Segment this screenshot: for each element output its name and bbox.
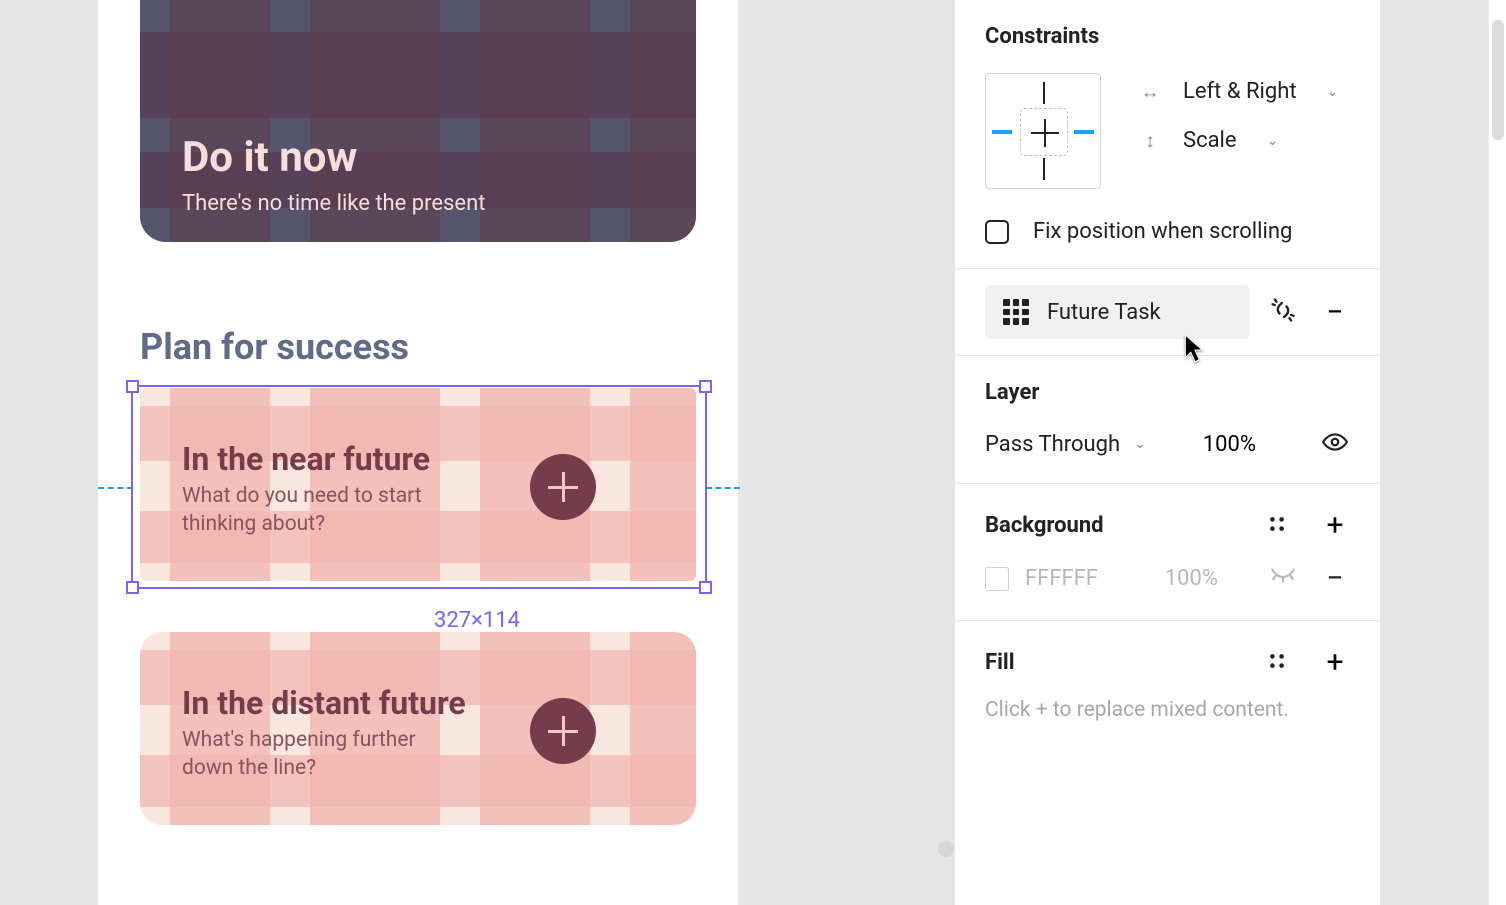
card-subtitle: There's no time like the present: [182, 191, 485, 216]
checkbox-label: Fix position when scrolling: [1033, 219, 1292, 244]
section-heading: Layer: [985, 380, 1350, 405]
card-title: Do it now: [182, 133, 357, 182]
alignment-guide: [98, 487, 133, 489]
hex-value[interactable]: FFFFFF: [1025, 566, 1098, 591]
add-button[interactable]: [530, 698, 596, 764]
section-heading: Fill: [985, 650, 1015, 675]
chevron-down-icon: ⌄: [1267, 133, 1279, 149]
background-section: Background + FFFFFF 100% −: [955, 484, 1380, 621]
card-title: In the distant future: [182, 684, 466, 722]
minus-icon[interactable]: −: [1320, 561, 1350, 596]
component-instance-select[interactable]: Future Task: [985, 285, 1250, 339]
detach-instance-icon[interactable]: [1268, 296, 1298, 328]
card-subtitle: What do you need to start thinking about…: [182, 482, 462, 539]
visibility-eye-icon[interactable]: [1320, 429, 1350, 459]
section-heading: Background: [985, 513, 1104, 538]
card-do-it-now[interactable]: Do it now There's no time like the prese…: [140, 0, 696, 242]
plus-icon[interactable]: +: [1320, 508, 1350, 543]
hidden-eye-icon[interactable]: [1268, 566, 1298, 592]
card-distant-future[interactable]: In the distant future What's happening f…: [140, 632, 696, 825]
vertical-arrow-icon: ↕: [1139, 129, 1161, 153]
vertical-constraint-select[interactable]: ↕ Scale ⌄: [1139, 128, 1338, 153]
inspector-panel: Constraints ↔ Left & Right ⌄ ↕ Scale ⌄: [954, 0, 1380, 905]
add-button[interactable]: [530, 454, 596, 520]
alignment-guide: [706, 487, 740, 489]
section-title: Plan for success: [140, 326, 409, 368]
chevron-down-icon: ⌄: [1327, 84, 1339, 100]
blend-mode-select[interactable]: Pass Through: [985, 432, 1120, 457]
horizontal-constraint-select[interactable]: ↔ Left & Right ⌄: [1139, 79, 1338, 104]
styles-icon[interactable]: [1262, 650, 1292, 676]
vertical-scrollbar[interactable]: [1488, 0, 1506, 905]
component-grid-icon: [1003, 299, 1029, 325]
card-title: In the near future: [182, 440, 430, 478]
fill-hint-text: Click + to replace mixed content.: [985, 698, 1350, 722]
canvas-area[interactable]: Do it now There's no time like the prese…: [0, 0, 954, 905]
constraint-value: Scale: [1183, 128, 1237, 153]
selection-dimensions: 327×114: [0, 608, 954, 633]
styles-icon[interactable]: [1262, 513, 1292, 539]
minus-icon[interactable]: −: [1320, 295, 1350, 330]
checkbox[interactable]: [985, 220, 1009, 244]
layer-section: Layer Pass Through ⌄ 100%: [955, 356, 1380, 484]
fix-position-checkbox-row[interactable]: Fix position when scrolling: [985, 219, 1350, 244]
bg-opacity-value[interactable]: 100%: [1165, 566, 1218, 591]
constraints-diagram[interactable]: [985, 73, 1101, 189]
color-swatch[interactable]: [985, 567, 1009, 591]
constraints-section: Constraints ↔ Left & Right ⌄ ↕ Scale ⌄: [955, 0, 1380, 269]
fill-section: Fill + Click + to replace mixed content.: [955, 621, 1380, 746]
horizontal-arrow-icon: ↔: [1139, 80, 1161, 104]
opacity-value[interactable]: 100%: [1203, 432, 1256, 457]
scrollbar-thumb[interactable]: [1492, 20, 1504, 140]
panel-resize-handle[interactable]: [938, 841, 954, 857]
chevron-down-icon: ⌄: [1134, 436, 1146, 452]
component-section: Future Task −: [955, 269, 1380, 356]
card-subtitle: What's happening further down the line?: [182, 726, 462, 783]
plus-icon[interactable]: +: [1320, 645, 1350, 680]
constraint-value: Left & Right: [1183, 79, 1297, 104]
section-heading: Constraints: [985, 24, 1350, 49]
card-near-future[interactable]: In the near future What do you need to s…: [140, 388, 696, 581]
component-name: Future Task: [1047, 300, 1161, 325]
